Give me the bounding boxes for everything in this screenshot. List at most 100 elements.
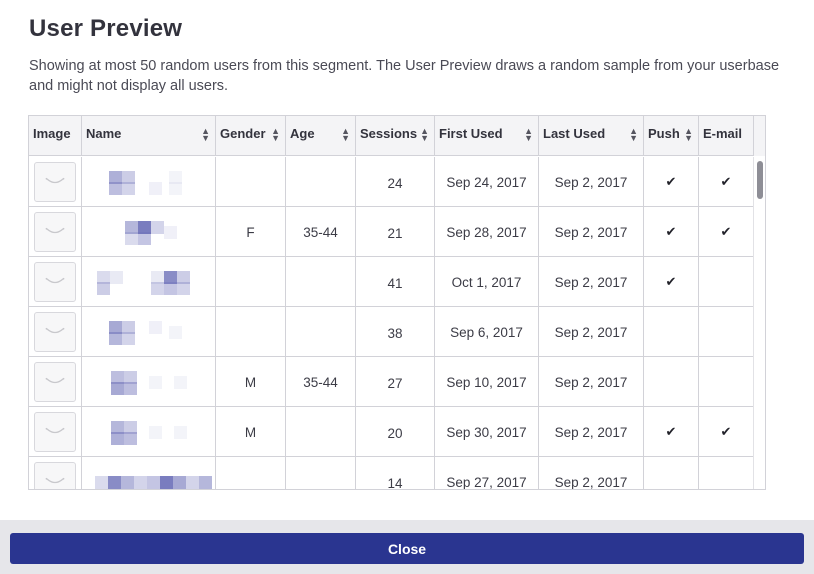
column-header-age[interactable]: Age ▲ ▼ — [286, 116, 356, 156]
column-header-label: Image — [33, 126, 71, 141]
cell-value: 24 — [387, 175, 403, 191]
pixelated-user-name — [89, 269, 209, 295]
header-scroll-gutter — [753, 116, 765, 156]
sort-arrows-icon[interactable]: ▲ ▼ — [341, 127, 350, 143]
checkmark-icon: ✔ — [665, 424, 677, 439]
close-button[interactable]: Close — [10, 533, 804, 564]
checkmark-icon: ✔ — [720, 224, 732, 239]
cell-name — [82, 307, 216, 357]
sort-arrows-icon[interactable]: ▲ ▼ — [629, 127, 638, 143]
cell-sessions: 20 — [356, 407, 435, 457]
cell-image — [29, 307, 82, 357]
cell-last-used: Sep 2, 2017 — [539, 407, 644, 457]
table-row[interactable]: 41 Oct 1, 2017 Sep 2, 2017 ✔ — [29, 257, 753, 307]
table-scrollbar[interactable] — [753, 157, 765, 489]
cell-value: M — [244, 424, 257, 440]
cell-value: 41 — [387, 275, 403, 291]
table-row[interactable]: M 35-44 27 Sep 10, 2017 Sep 2, 2017 — [29, 357, 753, 407]
column-header-label: Gender — [220, 126, 266, 141]
default-avatar-icon — [34, 162, 76, 202]
sort-arrows-icon[interactable]: ▲ ▼ — [524, 127, 533, 143]
cell-first-used: Sep 6, 2017 — [435, 307, 539, 357]
checkmark-icon: ✔ — [665, 174, 677, 189]
cell-last-used: Sep 2, 2017 — [539, 357, 644, 407]
column-header-push[interactable]: Push ▲ ▼ — [644, 116, 699, 156]
cell-push — [644, 457, 699, 489]
cell-sessions: 24 — [356, 157, 435, 207]
cell-age — [286, 457, 356, 489]
cell-value: Sep 2, 2017 — [554, 474, 628, 490]
column-header-first-used[interactable]: First Used ▲ ▼ — [435, 116, 539, 156]
sort-arrows-icon[interactable]: ▲ ▼ — [271, 127, 280, 143]
sort-arrows-icon[interactable]: ▲ ▼ — [684, 127, 693, 143]
cell-age — [286, 257, 356, 307]
cell-value: 27 — [387, 375, 403, 391]
cell-value: 14 — [387, 475, 403, 490]
pixelated-user-name — [89, 369, 209, 395]
cell-gender — [216, 307, 286, 357]
cell-last-used: Sep 2, 2017 — [539, 457, 644, 490]
table-header: Image Name ▲ ▼ Gender ▲ ▼ Age ▲ ▼ Sessions ▲ ▼ First … — [29, 116, 765, 156]
table-row[interactable]: 24 Sep 24, 2017 Sep 2, 2017 ✔ ✔ — [29, 157, 753, 207]
column-header-last-used[interactable]: Last Used ▲ ▼ — [539, 116, 644, 156]
cell-first-used: Sep 10, 2017 — [435, 357, 539, 407]
sort-arrows-icon[interactable]: ▲ ▼ — [201, 127, 210, 143]
cell-last-used: Sep 2, 2017 — [539, 207, 644, 257]
cell-value: Sep 24, 2017 — [446, 174, 527, 190]
modal-footer: Close — [0, 520, 814, 574]
cell-gender: M — [216, 407, 286, 457]
default-avatar-icon — [34, 262, 76, 302]
cell-value: Sep 6, 2017 — [450, 324, 523, 340]
cell-push: ✔ — [644, 207, 699, 257]
cell-age — [286, 407, 356, 457]
table-row[interactable]: M 20 Sep 30, 2017 Sep 2, 2017 ✔ ✔ — [29, 407, 753, 457]
pixelated-user-name — [89, 219, 209, 245]
cell-name — [82, 357, 216, 407]
cell-value: 21 — [387, 225, 403, 241]
cell-gender: F — [216, 207, 286, 257]
table-body: 24 Sep 24, 2017 Sep 2, 2017 ✔ ✔ F 35-44 21 Sep 2… — [29, 157, 753, 490]
column-header-name[interactable]: Name ▲ ▼ — [82, 116, 216, 156]
cell-email — [699, 357, 753, 407]
table-row[interactable]: F 35-44 21 Sep 28, 2017 Sep 2, 2017 ✔ ✔ — [29, 207, 753, 257]
sort-arrows-icon[interactable]: ▲ ▼ — [420, 127, 429, 143]
column-header-label: Age — [290, 126, 315, 141]
checkmark-icon: ✔ — [720, 174, 732, 189]
cell-gender — [216, 257, 286, 307]
cell-sessions: 27 — [356, 357, 435, 407]
default-avatar-icon — [34, 362, 76, 402]
table-row[interactable]: 38 Sep 6, 2017 Sep 2, 2017 — [29, 307, 753, 357]
cell-last-used: Sep 2, 2017 — [539, 257, 644, 307]
scrollbar-thumb[interactable] — [757, 161, 763, 199]
column-header-gender[interactable]: Gender ▲ ▼ — [216, 116, 286, 156]
cell-sessions: 21 — [356, 207, 435, 257]
cell-name — [82, 257, 216, 307]
checkmark-icon: ✔ — [665, 224, 677, 239]
checkmark-icon: ✔ — [720, 424, 732, 439]
column-header-image: Image — [29, 116, 82, 156]
cell-age: 35-44 — [286, 357, 356, 407]
cell-image — [29, 157, 82, 207]
cell-image — [29, 257, 82, 307]
default-avatar-icon — [34, 212, 76, 252]
cell-value: M — [244, 374, 257, 390]
pixelated-user-name — [89, 319, 209, 345]
table-row[interactable]: 14 Sep 27, 2017 Sep 2, 2017 — [29, 457, 753, 490]
column-header-label: Last Used — [543, 126, 606, 141]
column-header-sessions[interactable]: Sessions ▲ ▼ — [356, 116, 435, 156]
cell-age — [286, 307, 356, 357]
column-header-label: First Used — [439, 126, 503, 141]
cell-value: 20 — [387, 425, 403, 441]
cell-first-used: Sep 27, 2017 — [435, 457, 539, 489]
cell-first-used: Sep 28, 2017 — [435, 207, 539, 257]
cell-sessions: 38 — [356, 307, 435, 357]
cell-gender: M — [216, 357, 286, 407]
cell-email — [699, 257, 753, 307]
cell-email: ✔ — [699, 207, 753, 257]
cell-sessions: 41 — [356, 257, 435, 307]
cell-image — [29, 407, 82, 457]
column-header-label: E-mail — [703, 126, 743, 141]
cell-push: ✔ — [644, 257, 699, 307]
cell-value: 38 — [387, 325, 403, 341]
cell-value: Sep 10, 2017 — [446, 374, 527, 390]
